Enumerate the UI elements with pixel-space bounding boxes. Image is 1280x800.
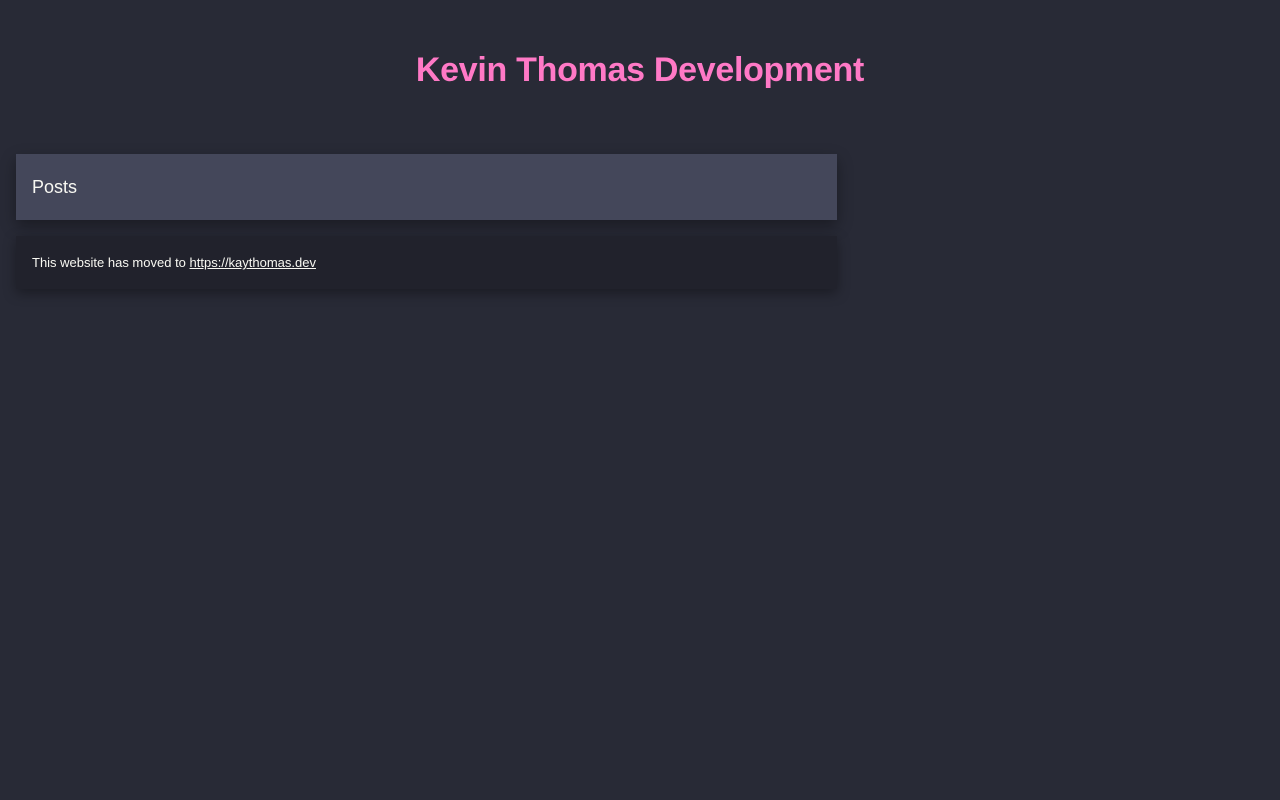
main-content: Posts This website has moved to https://…	[16, 154, 837, 289]
posts-section-header: Posts	[16, 154, 837, 220]
moved-notice-text: This website has moved to	[32, 255, 190, 270]
site-header: Kevin Thomas Development	[0, 0, 1280, 140]
posts-heading: Posts	[32, 176, 78, 197]
site-title[interactable]: Kevin Thomas Development	[0, 48, 1280, 92]
moved-notice-card: This website has moved to https://kaytho…	[16, 236, 837, 289]
new-site-link[interactable]: https://kaythomas.dev	[190, 255, 316, 270]
moved-notice: This website has moved to https://kaytho…	[32, 255, 316, 270]
